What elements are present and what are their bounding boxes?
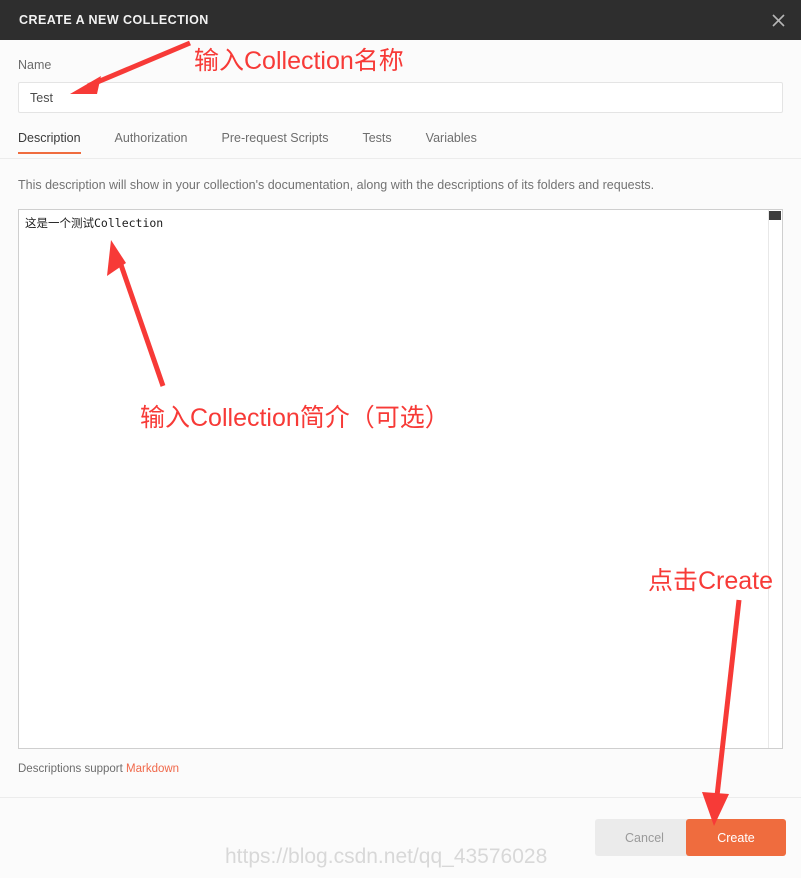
modal-body: Name Description Authorization Pre-reque… xyxy=(0,40,801,797)
description-textarea[interactable]: 这是一个测试Collection xyxy=(18,209,783,749)
collection-name-input[interactable] xyxy=(18,82,783,113)
tab-tests[interactable]: Tests xyxy=(362,128,391,154)
tab-pre-request-scripts[interactable]: Pre-request Scripts xyxy=(222,128,329,154)
description-hint: This description will show in your colle… xyxy=(18,178,655,192)
markdown-note: Descriptions support Markdown xyxy=(18,763,179,775)
markdown-note-prefix: Descriptions support xyxy=(18,763,127,775)
modal-header: CREATE A NEW COLLECTION xyxy=(0,0,801,40)
create-collection-modal: CREATE A NEW COLLECTION Name Description… xyxy=(0,0,801,878)
description-text: 这是一个测试Collection xyxy=(25,216,164,230)
description-scrollbar-thumb[interactable] xyxy=(769,211,781,220)
modal-footer: Cancel Create xyxy=(0,797,801,878)
close-icon[interactable] xyxy=(767,9,789,31)
name-label: Name xyxy=(18,58,52,72)
tab-bar: Description Authorization Pre-request Sc… xyxy=(18,128,783,159)
markdown-link[interactable]: Markdown xyxy=(126,763,179,775)
tab-variables[interactable]: Variables xyxy=(426,128,477,154)
tab-divider xyxy=(0,158,801,159)
cancel-button[interactable]: Cancel xyxy=(595,819,694,856)
tab-authorization[interactable]: Authorization xyxy=(115,128,188,154)
description-scrollbar[interactable] xyxy=(768,210,782,748)
create-button[interactable]: Create xyxy=(686,819,786,856)
tab-description[interactable]: Description xyxy=(18,128,81,154)
modal-title: CREATE A NEW COLLECTION xyxy=(19,13,209,27)
